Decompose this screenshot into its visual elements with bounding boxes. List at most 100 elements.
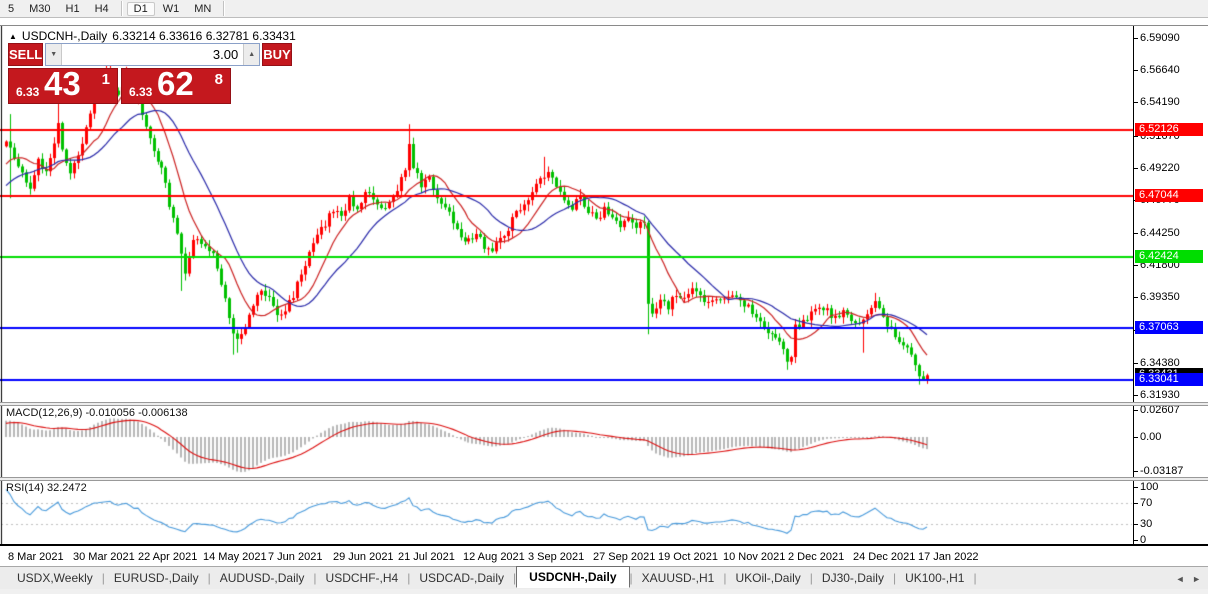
chart-tab-dj30-daily[interactable]: DJ30-,Daily — [813, 568, 893, 588]
mt4-terminal: { "toolbar": {"items": ["5","M30","H1","… — [0, 0, 1208, 594]
pane-splitter-rsi[interactable] — [0, 477, 1208, 481]
chart-title: ▲ USDCNH-,Daily 6.33214 6.33616 6.32781 6.… — [9, 29, 301, 43]
symbol-label: USDCNH-,Daily — [22, 29, 107, 43]
macd-label: MACD(12,26,9) -0.010056 -0.006138 — [6, 407, 188, 419]
axis-tick-mark — [1134, 471, 1138, 472]
volume-increase-icon[interactable]: ▲ — [243, 44, 259, 65]
chart-window: ▲ USDCNH-,Daily 6.33214 6.33616 6.32781 6.… — [0, 25, 1208, 567]
toolbar-separator — [121, 1, 123, 16]
date-tick-label: 10 Nov 2021 — [723, 551, 785, 563]
date-tick-label: 14 May 2021 — [203, 551, 267, 563]
price-chart-canvas[interactable] — [0, 26, 1133, 546]
axis-tick-label: 0.00 — [1140, 431, 1161, 443]
sell-price-big: 43 — [44, 65, 81, 103]
timeframe-button-H1[interactable]: H1 — [59, 2, 87, 16]
buy-button[interactable]: BUY — [262, 43, 291, 66]
axis-tick-label: 100 — [1140, 481, 1158, 493]
one-click-trading-panel: SELL ▼ ▲ BUY 6.33 43 1 6.33 62 8 — [8, 43, 232, 104]
timeframe-button-M30[interactable]: M30 — [22, 2, 57, 16]
rsi-value: 32.2472 — [47, 482, 87, 494]
axis-tick-mark — [1134, 437, 1138, 438]
axis-tick-label: 30 — [1140, 518, 1152, 530]
axis-tick-label: 6.44250 — [1140, 227, 1180, 239]
axis-tick-mark — [1134, 540, 1138, 541]
axis-tick-mark — [1134, 102, 1138, 103]
rsi-label: RSI(14) 32.2472 — [6, 482, 87, 494]
timeframe-button-H4[interactable]: H4 — [88, 2, 116, 16]
axis-tick-label: 6.31930 — [1140, 389, 1180, 401]
axis-tick-mark — [1134, 70, 1138, 71]
chart-tab-usdx-weekly[interactable]: USDX,Weekly — [8, 568, 102, 588]
axis-tick-mark — [1134, 410, 1138, 411]
axis-tick-label: 6.49220 — [1140, 162, 1180, 174]
pane-splitter-macd[interactable] — [0, 402, 1208, 406]
tab-scroll-left-icon[interactable]: ◄ — [1176, 574, 1185, 584]
level-price-label: 6.33041 — [1135, 373, 1203, 386]
axis-tick-label: 6.59090 — [1140, 32, 1180, 44]
timeframe-button-D1[interactable]: D1 — [127, 2, 155, 16]
date-tick-label: 22 Apr 2021 — [138, 551, 197, 563]
ohlc-values: 6.33214 6.33616 6.32781 6.33431 — [112, 29, 296, 43]
chart-tab-ukoil-daily[interactable]: UKOil-,Daily — [726, 568, 809, 588]
tab-scroll-right-icon[interactable]: ► — [1192, 574, 1201, 584]
date-tick-label: 8 Mar 2021 — [8, 551, 64, 563]
date-tick-label: 30 Mar 2021 — [73, 551, 135, 563]
sell-button[interactable]: SELL — [8, 43, 43, 66]
axis-tick-label: 70 — [1140, 497, 1152, 509]
collapse-arrow-icon[interactable]: ▲ — [9, 32, 17, 41]
chart-tab-xauusd-h1[interactable]: XAUUSD-,H1 — [633, 568, 724, 588]
date-tick-label: 3 Sep 2021 — [528, 551, 584, 563]
chart-tab-audusd-daily[interactable]: AUDUSD-,Daily — [211, 568, 314, 588]
date-tick-label: 12 Aug 2021 — [463, 551, 525, 563]
volume-decrease-icon[interactable]: ▼ — [46, 44, 62, 65]
buy-price-big: 62 — [157, 65, 194, 103]
timeframe-button-MN[interactable]: MN — [187, 2, 218, 16]
time-axis[interactable]: 8 Mar 2021 30 Mar 202122 Apr 2021 14 May 2… — [0, 547, 1208, 567]
axis-tick-mark — [1134, 395, 1138, 396]
chart-tab-bar: USDX,Weekly|EURUSD-,Daily|AUDUSD-,Daily|… — [0, 566, 1208, 589]
axis-tick-mark — [1134, 233, 1138, 234]
date-tick-label: 27 Sep 2021 — [593, 551, 655, 563]
axis-tick-mark — [1134, 297, 1138, 298]
axis-tick-mark — [1134, 136, 1138, 137]
axis-tick-mark — [1134, 168, 1138, 169]
sell-price-prefix: 6.33 — [16, 85, 39, 99]
chart-tab-eurusd-daily[interactable]: EURUSD-,Daily — [105, 568, 208, 588]
toolbar-separator — [223, 1, 225, 16]
date-tick-label: 2 Dec 2021 — [788, 551, 844, 563]
date-tick-label: 21 Jul 2021 — [398, 551, 455, 563]
axis-tick-mark — [1134, 38, 1138, 39]
axis-tick-label: 6.56640 — [1140, 64, 1180, 76]
chart-tab-usdcnh-daily[interactable]: USDCNH-,Daily — [516, 566, 629, 588]
timeframe-button-W1[interactable]: W1 — [156, 2, 187, 16]
level-price-label: 6.42424 — [1135, 250, 1203, 263]
level-price-label: 6.37063 — [1135, 321, 1203, 334]
date-tick-label: 24 Dec 2021 — [853, 551, 915, 563]
chart-tab-uk100-h1[interactable]: UK100-,H1 — [896, 568, 973, 588]
buy-price-box[interactable]: 6.33 62 8 — [121, 68, 231, 104]
level-price-label: 6.47044 — [1135, 189, 1203, 202]
axis-tick-mark — [1134, 487, 1138, 488]
rsi-name: RSI(14) — [6, 482, 44, 494]
volume-input[interactable] — [62, 44, 243, 65]
timeframe-toolbar: 5M30H1H4 D1W1MN — [0, 0, 1208, 18]
sell-price-sup: 1 — [102, 71, 110, 88]
axis-tick-mark — [1134, 524, 1138, 525]
price-axis[interactable]: 6.590906.566406.541906.516706.492206.467… — [1133, 26, 1208, 546]
toolbar-gap — [0, 18, 1208, 25]
level-price-label: 6.52126 — [1135, 123, 1203, 136]
chart-tab-usdcad-daily[interactable]: USDCAD-,Daily — [410, 568, 513, 588]
date-tick-label: 19 Oct 2021 — [658, 551, 718, 563]
timeframe-button-5[interactable]: 5 — [1, 2, 21, 16]
axis-tick-mark — [1134, 503, 1138, 504]
axis-tick-label: 6.54190 — [1140, 96, 1180, 108]
tab-scroll: ◄ ► — [1171, 574, 1201, 584]
sell-price-box[interactable]: 6.33 43 1 — [8, 68, 118, 104]
volume-stepper: ▼ ▲ — [45, 43, 260, 66]
chart-tab-usdchf-h4[interactable]: USDCHF-,H4 — [317, 568, 408, 588]
buy-price-sup: 8 — [215, 71, 223, 88]
macd-values: -0.010056 -0.006138 — [85, 407, 187, 419]
axis-tick-mark — [1134, 363, 1138, 364]
buy-price-prefix: 6.33 — [129, 85, 152, 99]
date-tick-label: 29 Jun 2021 — [333, 551, 394, 563]
